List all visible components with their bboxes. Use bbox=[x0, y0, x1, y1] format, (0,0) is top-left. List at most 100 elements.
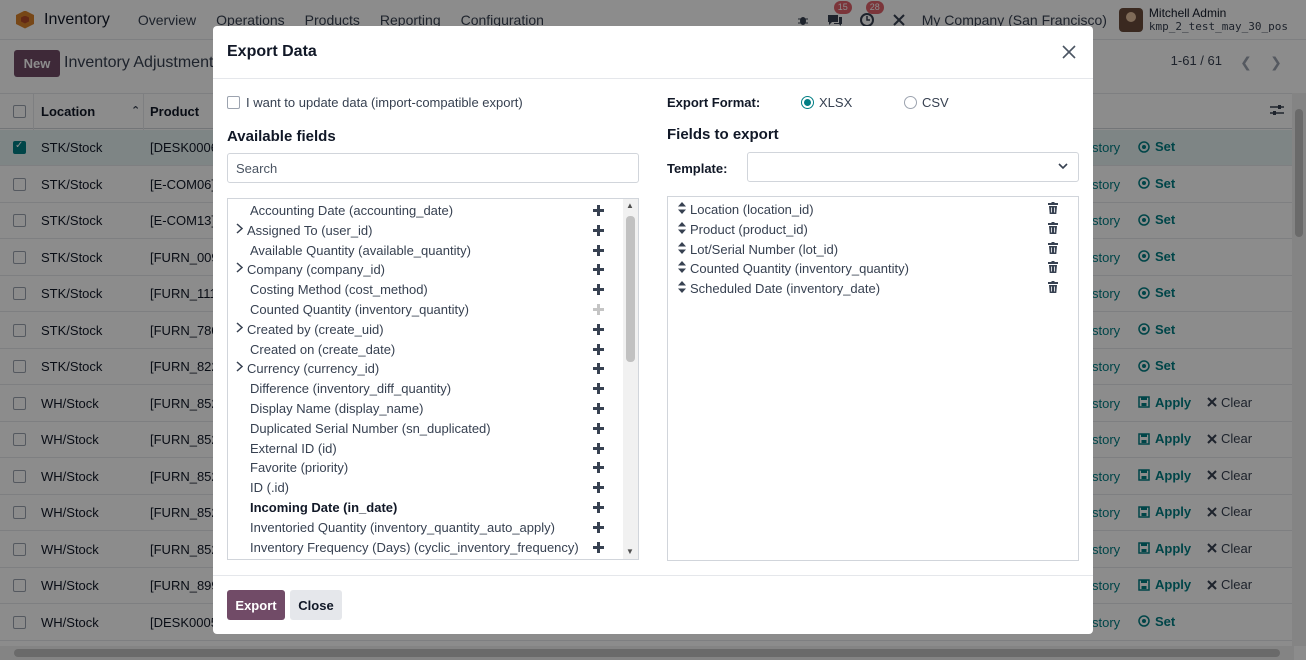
available-field-item[interactable]: Created on (create_date) bbox=[228, 340, 623, 360]
close-button[interactable]: Close bbox=[290, 590, 342, 620]
trash-icon[interactable] bbox=[1048, 221, 1058, 234]
available-field-label: Accounting Date (accounting_date) bbox=[250, 203, 454, 218]
sort-handle-icon[interactable] bbox=[678, 200, 686, 215]
export-field-label: Scheduled Date (inventory_date) bbox=[690, 281, 881, 297]
available-field-item[interactable]: Duplicated Serial Number (sn_duplicated) bbox=[228, 419, 623, 439]
add-field-plus-icon[interactable] bbox=[593, 241, 604, 261]
export-field-item[interactable]: Counted Quantity (inventory_quantity) bbox=[668, 258, 1078, 278]
export-field-item[interactable]: Scheduled Date (inventory_date) bbox=[668, 278, 1078, 298]
format-xlsx-option[interactable]: XLSX bbox=[801, 95, 852, 110]
available-field-label: ID (.id) bbox=[250, 480, 289, 496]
available-field-label: Created on (create_date) bbox=[250, 341, 396, 357]
scroll-down-icon[interactable]: ▼ bbox=[626, 547, 634, 556]
available-field-label: Currency (currency_id) bbox=[247, 361, 380, 377]
available-field-item[interactable]: Inventoried Quantity (inventory_quantity… bbox=[228, 518, 623, 538]
fields-to-export-list: Location (location_id) Product (product_i… bbox=[667, 196, 1079, 561]
scrollbar-thumb[interactable] bbox=[626, 216, 635, 362]
export-field-item[interactable]: Product (product_id) bbox=[668, 219, 1078, 239]
sort-handle-icon[interactable] bbox=[678, 259, 686, 274]
available-field-label: Costing Method (cost_method) bbox=[250, 282, 428, 298]
trash-icon[interactable] bbox=[1048, 241, 1058, 254]
available-field-label: Assigned To (user_id) bbox=[247, 222, 373, 238]
chevron-right-icon[interactable] bbox=[236, 322, 244, 336]
available-field-item[interactable]: Favorite (priority) bbox=[228, 458, 623, 478]
template-select[interactable] bbox=[747, 152, 1079, 182]
dialog-title: Export Data bbox=[227, 43, 317, 60]
add-field-plus-icon[interactable] bbox=[593, 458, 604, 478]
export-format-label: Export Format: bbox=[667, 95, 761, 110]
available-field-item[interactable]: Incoming Date (in_date) bbox=[228, 498, 623, 518]
add-field-plus-icon[interactable] bbox=[593, 260, 604, 280]
add-field-plus-icon[interactable] bbox=[593, 439, 604, 459]
available-field-label: Difference (inventory_diff_quantity) bbox=[250, 381, 452, 397]
import-compatible-label: I want to update data (import-compatible… bbox=[246, 95, 523, 110]
export-field-label: Counted Quantity (inventory_quantity) bbox=[690, 261, 909, 277]
add-field-plus-icon[interactable] bbox=[593, 518, 604, 538]
add-field-plus-icon[interactable] bbox=[593, 399, 604, 419]
format-csv-option[interactable]: CSV bbox=[904, 95, 949, 110]
import-compatible-checkbox[interactable] bbox=[227, 96, 240, 109]
export-field-label: Lot/Serial Number (lot_id) bbox=[690, 241, 839, 257]
fields-scrollbar[interactable]: ▲ ▼ bbox=[623, 199, 638, 559]
export-field-label: Location (location_id) bbox=[690, 202, 814, 217]
dialog-footer: Export Close bbox=[213, 575, 1093, 634]
available-field-label: Incoming Date (in_date) bbox=[250, 500, 398, 515]
available-field-label: Created by (create_uid) bbox=[247, 321, 384, 337]
available-field-item[interactable]: External ID (id) bbox=[228, 439, 623, 459]
export-button[interactable]: Export bbox=[227, 590, 285, 620]
sort-handle-icon[interactable] bbox=[678, 279, 686, 294]
available-field-item[interactable]: Difference (inventory_diff_quantity) bbox=[228, 379, 623, 399]
sort-handle-icon[interactable] bbox=[678, 240, 686, 255]
trash-icon[interactable] bbox=[1048, 281, 1058, 294]
add-field-plus-icon[interactable] bbox=[593, 498, 604, 518]
available-field-item[interactable]: Company (company_id) bbox=[228, 260, 623, 280]
add-field-plus-icon[interactable] bbox=[593, 478, 604, 498]
export-field-item[interactable]: Lot/Serial Number (lot_id) bbox=[668, 239, 1078, 259]
field-search-input[interactable] bbox=[227, 153, 639, 183]
sort-handle-icon[interactable] bbox=[678, 220, 686, 235]
scroll-up-icon[interactable]: ▲ bbox=[626, 201, 634, 210]
available-field-item[interactable]: Created by (create_uid) bbox=[228, 320, 623, 340]
chevron-right-icon[interactable] bbox=[236, 262, 244, 276]
add-field-plus-icon[interactable] bbox=[593, 300, 604, 320]
add-field-plus-icon[interactable] bbox=[593, 201, 604, 221]
available-field-item[interactable]: Counted Quantity (inventory_quantity) bbox=[228, 300, 623, 320]
available-fields-title: Available fields bbox=[227, 128, 336, 145]
export-field-label: Product (product_id) bbox=[690, 221, 808, 237]
trash-icon[interactable] bbox=[1048, 261, 1058, 274]
available-field-item[interactable]: Accounting Date (accounting_date) bbox=[228, 201, 623, 221]
close-icon[interactable] bbox=[1057, 40, 1081, 64]
import-compatible-option[interactable]: I want to update data (import-compatible… bbox=[227, 95, 523, 110]
add-field-plus-icon[interactable] bbox=[593, 340, 604, 360]
add-field-plus-icon[interactable] bbox=[593, 538, 604, 558]
format-csv-radio[interactable] bbox=[904, 96, 917, 109]
add-field-plus-icon[interactable] bbox=[593, 359, 604, 379]
format-xlsx-radio[interactable] bbox=[801, 96, 814, 109]
available-field-item[interactable]: Currency (currency_id) bbox=[228, 359, 623, 379]
add-field-plus-icon[interactable] bbox=[593, 280, 604, 300]
available-field-item[interactable]: ID (.id) bbox=[228, 478, 623, 498]
available-field-label: Inventory Frequency (Days) (cyclic_inven… bbox=[250, 539, 579, 555]
available-field-label: Duplicated Serial Number (sn_duplicated) bbox=[250, 420, 491, 436]
template-label: Template: bbox=[667, 161, 728, 176]
available-field-label: Display Name (display_name) bbox=[250, 401, 424, 416]
available-field-item[interactable]: Display Name (display_name) bbox=[228, 399, 623, 419]
available-field-label: Company (company_id) bbox=[247, 262, 386, 278]
chevron-right-icon[interactable] bbox=[236, 223, 244, 237]
available-field-item[interactable]: Costing Method (cost_method) bbox=[228, 280, 623, 300]
add-field-plus-icon[interactable] bbox=[593, 221, 604, 241]
chevron-down-icon bbox=[1058, 159, 1068, 173]
fields-to-export-title: Fields to export bbox=[667, 126, 779, 143]
available-field-item[interactable]: Assigned To (user_id) bbox=[228, 221, 623, 241]
chevron-right-icon[interactable] bbox=[236, 361, 244, 375]
add-field-plus-icon[interactable] bbox=[593, 379, 604, 399]
available-field-item[interactable]: Available Quantity (available_quantity) bbox=[228, 241, 623, 261]
available-field-label: Counted Quantity (inventory_quantity) bbox=[250, 302, 469, 317]
add-field-plus-icon[interactable] bbox=[593, 320, 604, 340]
available-field-item[interactable]: Inventory Frequency (Days) (cyclic_inven… bbox=[228, 538, 623, 558]
available-field-label: Available Quantity (available_quantity) bbox=[250, 242, 471, 258]
trash-icon[interactable] bbox=[1048, 202, 1058, 214]
format-csv-label: CSV bbox=[922, 95, 949, 110]
export-field-item[interactable]: Location (location_id) bbox=[668, 199, 1078, 219]
add-field-plus-icon[interactable] bbox=[593, 419, 604, 439]
